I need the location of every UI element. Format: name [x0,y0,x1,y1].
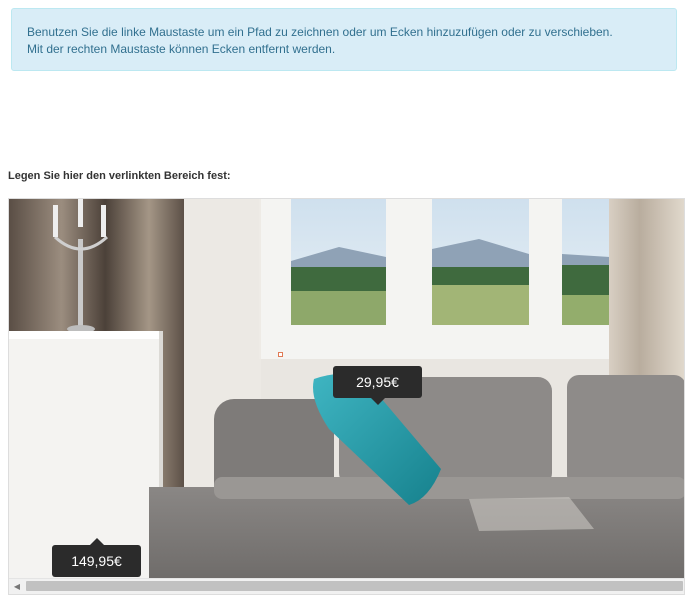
price-tag[interactable]: 149,95€ [52,538,141,577]
scrollbar-thumb[interactable] [26,581,683,591]
hotspot-editor[interactable]: 29,95€ 149,95€ ◀ [8,198,685,595]
price-tag[interactable]: 29,95€ [333,366,422,405]
horizontal-scrollbar[interactable]: ◀ [9,578,684,594]
info-alert: Benutzen Sie die linke Maustaste um ein … [11,8,677,71]
info-line-1: Benutzen Sie die linke Maustaste um ein … [27,25,613,39]
scroll-left-icon[interactable]: ◀ [9,579,25,594]
section-label: Legen Sie hier den verlinkten Bereich fe… [8,170,231,182]
info-line-2: Mit der rechten Maustaste können Ecken e… [27,42,336,56]
path-corner-handle[interactable] [278,352,283,357]
